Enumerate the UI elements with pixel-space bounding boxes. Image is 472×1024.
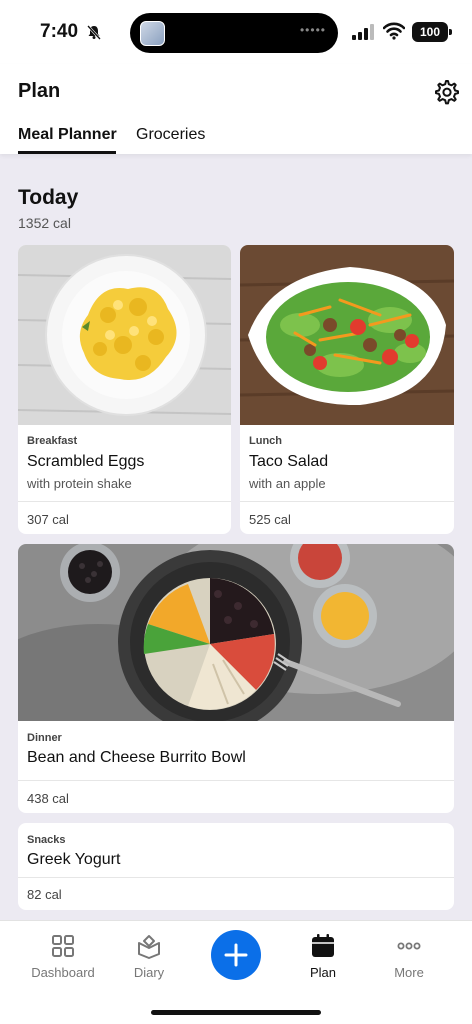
- meal-calories: 307 cal: [27, 512, 69, 527]
- burrito-bowl-image: [18, 544, 454, 721]
- scrambled-eggs-image: [18, 245, 231, 425]
- island-indicator-icon: •••••: [299, 23, 326, 37]
- plus-icon: [224, 943, 248, 967]
- meal-calories: 438 cal: [27, 791, 69, 806]
- divider: [240, 501, 454, 502]
- tab-plan[interactable]: Plan: [278, 933, 368, 980]
- meal-card-snacks[interactable]: Snacks Greek Yogurt 82 cal: [18, 823, 454, 910]
- divider: [18, 501, 231, 502]
- dynamic-island[interactable]: •••••: [130, 13, 338, 53]
- page-title: Plan: [18, 80, 61, 102]
- tab-dashboard[interactable]: Dashboard: [18, 933, 108, 980]
- cellular-signal-icon: [352, 24, 374, 40]
- calendar-icon: [312, 934, 334, 957]
- meal-card-lunch[interactable]: Lunch Taco Salad with an apple 525 cal: [240, 245, 454, 534]
- status-bar: 7:40 ••••• 100: [0, 0, 472, 64]
- island-media-thumbnail: [140, 21, 165, 46]
- meal-name: Taco Salad: [249, 453, 329, 470]
- add-button[interactable]: [211, 930, 261, 980]
- meal-subtitle: with an apple: [249, 476, 326, 491]
- dashboard-grid-icon: [52, 935, 74, 957]
- tab-meal-planner[interactable]: Meal Planner: [18, 126, 117, 144]
- meal-calories: 525 cal: [249, 512, 291, 527]
- meal-card-breakfast[interactable]: Breakfast Scrambled Eggs with protein sh…: [18, 245, 231, 534]
- tab-more[interactable]: More: [364, 933, 454, 980]
- active-tab-indicator: [18, 151, 116, 154]
- meal-card-dinner[interactable]: Dinner Bean and Cheese Burrito Bowl 438 …: [18, 544, 454, 813]
- tab-label: More: [394, 965, 424, 980]
- day-title: Today: [18, 186, 79, 209]
- tab-label: Dashboard: [31, 965, 95, 980]
- tab-label: Diary: [133, 965, 165, 980]
- battery-icon: 100: [412, 22, 452, 42]
- bottom-tab-bar: Dashboard Diary Plan More: [0, 920, 472, 1024]
- wifi-icon: [383, 22, 405, 40]
- taco-salad-image: [240, 245, 454, 425]
- day-calories: 1352 cal: [18, 215, 71, 231]
- gear-icon[interactable]: [432, 78, 460, 106]
- tab-label: Plan: [309, 965, 337, 980]
- meal-type-label: Dinner: [27, 732, 62, 744]
- header: Plan Meal Planner Groceries: [0, 64, 472, 154]
- meal-type-label: Lunch: [249, 435, 282, 447]
- more-dots-icon: [397, 942, 421, 950]
- home-indicator[interactable]: [151, 1010, 321, 1015]
- divider: [18, 877, 454, 878]
- divider: [18, 780, 454, 781]
- meal-name: Bean and Cheese Burrito Bowl: [27, 749, 246, 766]
- meal-type-label: Snacks: [27, 834, 66, 846]
- status-time: 7:40: [40, 21, 79, 42]
- diary-book-icon: [138, 935, 160, 959]
- bell-muted-icon: [87, 25, 101, 40]
- tab-diary[interactable]: Diary: [104, 933, 194, 980]
- meal-name: Scrambled Eggs: [27, 453, 145, 470]
- meal-name: Greek Yogurt: [27, 851, 121, 868]
- meal-subtitle: with protein shake: [27, 476, 132, 491]
- tab-groceries[interactable]: Groceries: [136, 126, 205, 144]
- meal-type-label: Breakfast: [27, 435, 78, 447]
- meal-calories: 82 cal: [27, 887, 62, 902]
